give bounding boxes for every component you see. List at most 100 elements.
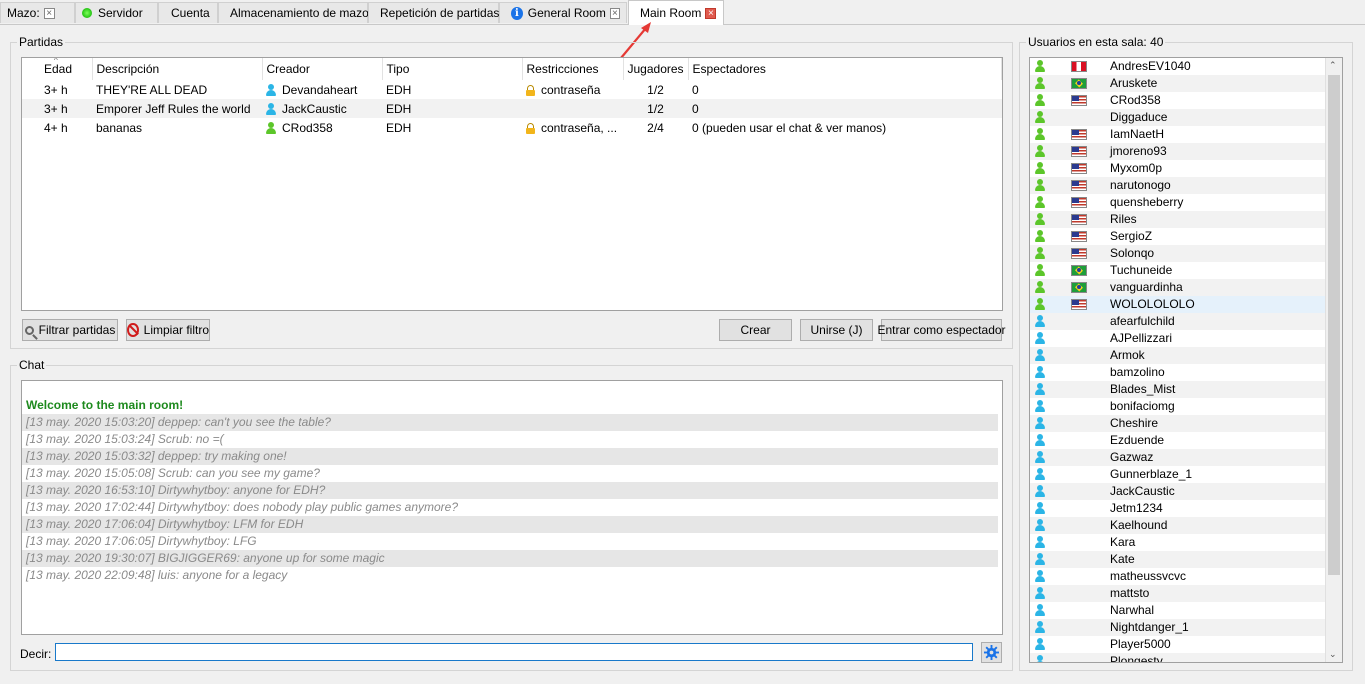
tab-deck-storage[interactable]: Almacenamiento de mazos — [218, 2, 375, 23]
user-name: Aruskete — [1110, 76, 1158, 90]
info-icon: i — [511, 6, 523, 20]
list-item[interactable]: afearfulchild — [1030, 313, 1326, 330]
user-icon — [1035, 400, 1045, 412]
game-age: 3+ h — [22, 99, 92, 118]
scroll-down-icon[interactable]: ⌄ — [1329, 649, 1337, 660]
close-icon[interactable]: × — [43, 7, 55, 19]
search-icon — [24, 325, 34, 335]
list-item[interactable]: Narwhal — [1030, 602, 1326, 619]
list-item[interactable]: Gunnerblaze_1 — [1030, 466, 1326, 483]
user-icon — [1035, 60, 1045, 72]
list-item[interactable]: Myxom0p — [1030, 160, 1326, 177]
user-icon — [1035, 247, 1045, 259]
user-name: bonifaciomg — [1110, 399, 1175, 413]
country-flag-icon — [1071, 214, 1087, 225]
join-button[interactable]: Unirse (J) — [800, 319, 873, 341]
list-item[interactable]: quensheberry — [1030, 194, 1326, 211]
list-item[interactable]: Player5000 — [1030, 636, 1326, 653]
list-item[interactable]: Aruskete — [1030, 75, 1326, 92]
game-restrictions: contraseña — [522, 80, 623, 99]
table-row[interactable]: 3+ h Emporer Jeff Rules the world JackCa… — [22, 99, 1002, 118]
close-icon[interactable]: × — [609, 7, 620, 19]
list-item[interactable]: Kara — [1030, 534, 1326, 551]
tab-deck[interactable]: Mazo: × — [0, 2, 75, 23]
list-item[interactable]: vanguardinha — [1030, 279, 1326, 296]
tab-label: General Room — [527, 6, 606, 20]
list-item[interactable]: Kaelhound — [1030, 517, 1326, 534]
list-item[interactable]: bonifaciomg — [1030, 398, 1326, 415]
chat-message: [13 may. 2020 17:06:05] Dirtywhytboy: LF… — [26, 534, 257, 548]
chat-message: [13 may. 2020 16:53:10] Dirtywhytboy: an… — [22, 482, 998, 499]
column-header-restrictions[interactable]: Restricciones — [522, 58, 624, 80]
list-item[interactable]: Tuchuneide — [1030, 262, 1326, 279]
user-icon — [1035, 553, 1045, 565]
chat-input[interactable] — [55, 643, 973, 661]
user-list-scrollbar[interactable]: ⌃ ⌄ — [1325, 58, 1342, 662]
list-item[interactable]: SergioZ — [1030, 228, 1326, 245]
list-item[interactable]: Diggaduce — [1030, 109, 1326, 126]
game-creator: CRod358 — [262, 118, 382, 137]
list-item[interactable]: IamNaetH — [1030, 126, 1326, 143]
list-item[interactable]: Jetm1234 — [1030, 500, 1326, 517]
list-item[interactable]: bamzolino — [1030, 364, 1326, 381]
list-item[interactable]: narutonogo — [1030, 177, 1326, 194]
column-header-age[interactable]: Edad ^ — [22, 57, 93, 80]
list-item[interactable]: Solonqo — [1030, 245, 1326, 262]
filter-games-button[interactable]: Filtrar partidas — [22, 319, 118, 341]
list-item[interactable]: Gazwaz — [1030, 449, 1326, 466]
column-header-description[interactable]: Descripción — [92, 58, 263, 80]
list-item[interactable]: Armok — [1030, 347, 1326, 364]
user-icon — [1035, 315, 1045, 327]
list-item[interactable]: AndresEV1040 — [1030, 58, 1326, 75]
column-header-creator[interactable]: Creador — [262, 58, 383, 80]
tab-replays[interactable]: Repetición de partidas — [368, 2, 499, 23]
list-item[interactable]: CRod358 — [1030, 92, 1326, 109]
user-name: Riles — [1110, 212, 1137, 226]
scroll-up-icon[interactable]: ⌃ — [1329, 60, 1337, 71]
column-header-type[interactable]: Tipo — [382, 58, 523, 80]
table-row[interactable]: 4+ h bananas CRod358 EDH contraseña, ...… — [22, 118, 1002, 137]
tab-general-room[interactable]: i General Room × — [499, 2, 627, 23]
user-icon — [1035, 264, 1045, 276]
list-item[interactable]: jmoreno93 — [1030, 143, 1326, 160]
user-list[interactable]: AndresEV1040 Aruskete CRod358 Diggaduce IamN… — [1029, 57, 1343, 663]
create-button[interactable]: Crear — [719, 319, 792, 341]
user-name: Diggaduce — [1110, 110, 1168, 124]
list-item[interactable]: Ezduende — [1030, 432, 1326, 449]
chat-settings-button[interactable] — [981, 642, 1002, 663]
sort-up-icon: ^ — [54, 57, 58, 65]
tab-account[interactable]: Cuenta — [158, 2, 218, 23]
column-header-spectators[interactable]: Espectadores — [688, 58, 1002, 80]
list-item[interactable]: Nightdanger_1 — [1030, 619, 1326, 636]
list-item[interactable]: JackCaustic — [1030, 483, 1326, 500]
user-name: Ezduende — [1110, 433, 1165, 447]
list-item[interactable]: Blades_Mist — [1030, 381, 1326, 398]
chat-log[interactable]: Welcome to the main room! [13 may. 2020 … — [21, 380, 1003, 635]
list-item[interactable]: Kate — [1030, 551, 1326, 568]
list-item[interactable]: mattsto — [1030, 585, 1326, 602]
list-item[interactable]: WOLOLOLOLO — [1030, 296, 1326, 313]
tab-server[interactable]: Servidor — [75, 2, 158, 23]
user-name: vanguardinha — [1110, 280, 1183, 294]
close-icon[interactable]: × — [705, 7, 717, 19]
user-name: quensheberry — [1110, 195, 1184, 209]
user-name: Gunnerblaze_1 — [1110, 467, 1193, 481]
user-name: narutonogo — [1110, 178, 1171, 192]
list-item[interactable]: AJPellizzari — [1030, 330, 1326, 347]
list-item[interactable]: matheussvcvc — [1030, 568, 1326, 585]
scrollbar-thumb[interactable] — [1328, 75, 1340, 575]
games-table[interactable]: Edad ^ Descripción Creador Tipo Restricci… — [21, 57, 1003, 311]
user-icon — [1035, 145, 1045, 157]
user-name: Solonqo — [1110, 246, 1155, 260]
table-row[interactable]: 3+ h THEY'RE ALL DEAD Devandaheart EDH c… — [22, 80, 1002, 99]
user-icon — [1035, 655, 1045, 662]
spectate-button[interactable]: Entrar como espectador — [877, 319, 1006, 341]
list-item[interactable]: Plongesty — [1030, 653, 1326, 662]
user-name: Jetm1234 — [1110, 501, 1163, 515]
clear-filter-button[interactable]: Limpiar filtro — [126, 319, 210, 341]
column-header-players[interactable]: Jugadores — [623, 58, 689, 80]
list-item[interactable]: Riles — [1030, 211, 1326, 228]
say-label: Decir: — [20, 647, 52, 661]
list-item[interactable]: Cheshire — [1030, 415, 1326, 432]
game-players: 1/2 — [647, 82, 664, 97]
